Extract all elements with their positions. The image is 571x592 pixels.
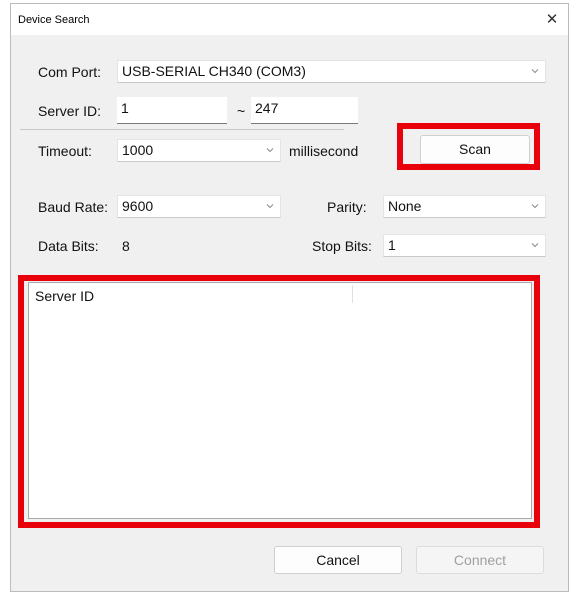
chevron-down-icon bbox=[530, 201, 540, 211]
server-id-from-input[interactable]: 1 bbox=[117, 97, 227, 124]
data-bits-value: 8 bbox=[122, 238, 130, 254]
parity-label: Parity: bbox=[327, 199, 367, 215]
timeout-value: 1000 bbox=[122, 142, 154, 158]
server-id-range-separator: ~ bbox=[237, 103, 246, 119]
timeout-unit-label: millisecond bbox=[289, 143, 359, 159]
server-id-label: Server ID: bbox=[38, 103, 102, 119]
chevron-down-icon bbox=[530, 66, 540, 76]
server-list-highlight bbox=[18, 275, 540, 528]
baud-rate-label: Baud Rate: bbox=[38, 199, 109, 215]
com-port-select[interactable]: USB-SERIAL CH340 (COM3) bbox=[117, 60, 546, 83]
title-bar: Device Search ✕ bbox=[11, 4, 568, 35]
server-id-to-value: 247 bbox=[255, 100, 279, 116]
baud-rate-value: 9600 bbox=[122, 198, 154, 214]
separator-line bbox=[20, 129, 344, 130]
baud-rate-select[interactable]: 9600 bbox=[117, 195, 281, 218]
close-icon: ✕ bbox=[545, 11, 559, 28]
stop-bits-value: 1 bbox=[388, 237, 396, 253]
chevron-down-icon bbox=[530, 240, 540, 250]
parity-value: None bbox=[388, 198, 422, 214]
data-bits-label: Data Bits: bbox=[38, 238, 99, 254]
connect-button[interactable]: Connect bbox=[416, 546, 544, 574]
stop-bits-select[interactable]: 1 bbox=[383, 234, 546, 257]
window-title: Device Search bbox=[18, 14, 90, 26]
server-id-from-value: 1 bbox=[121, 100, 129, 116]
com-port-label: Com Port: bbox=[38, 64, 102, 80]
timeout-label: Timeout: bbox=[38, 143, 92, 159]
scan-button-highlight bbox=[397, 123, 540, 170]
chevron-down-icon bbox=[265, 145, 275, 155]
chevron-down-icon bbox=[265, 201, 275, 211]
cancel-button[interactable]: Cancel bbox=[274, 546, 402, 574]
server-id-to-input[interactable]: 247 bbox=[251, 97, 358, 124]
com-port-value: USB-SERIAL CH340 (COM3) bbox=[122, 63, 306, 79]
timeout-select[interactable]: 1000 bbox=[117, 139, 281, 162]
close-button[interactable]: ✕ bbox=[542, 10, 562, 30]
stop-bits-label: Stop Bits: bbox=[312, 238, 372, 254]
parity-select[interactable]: None bbox=[383, 195, 546, 218]
